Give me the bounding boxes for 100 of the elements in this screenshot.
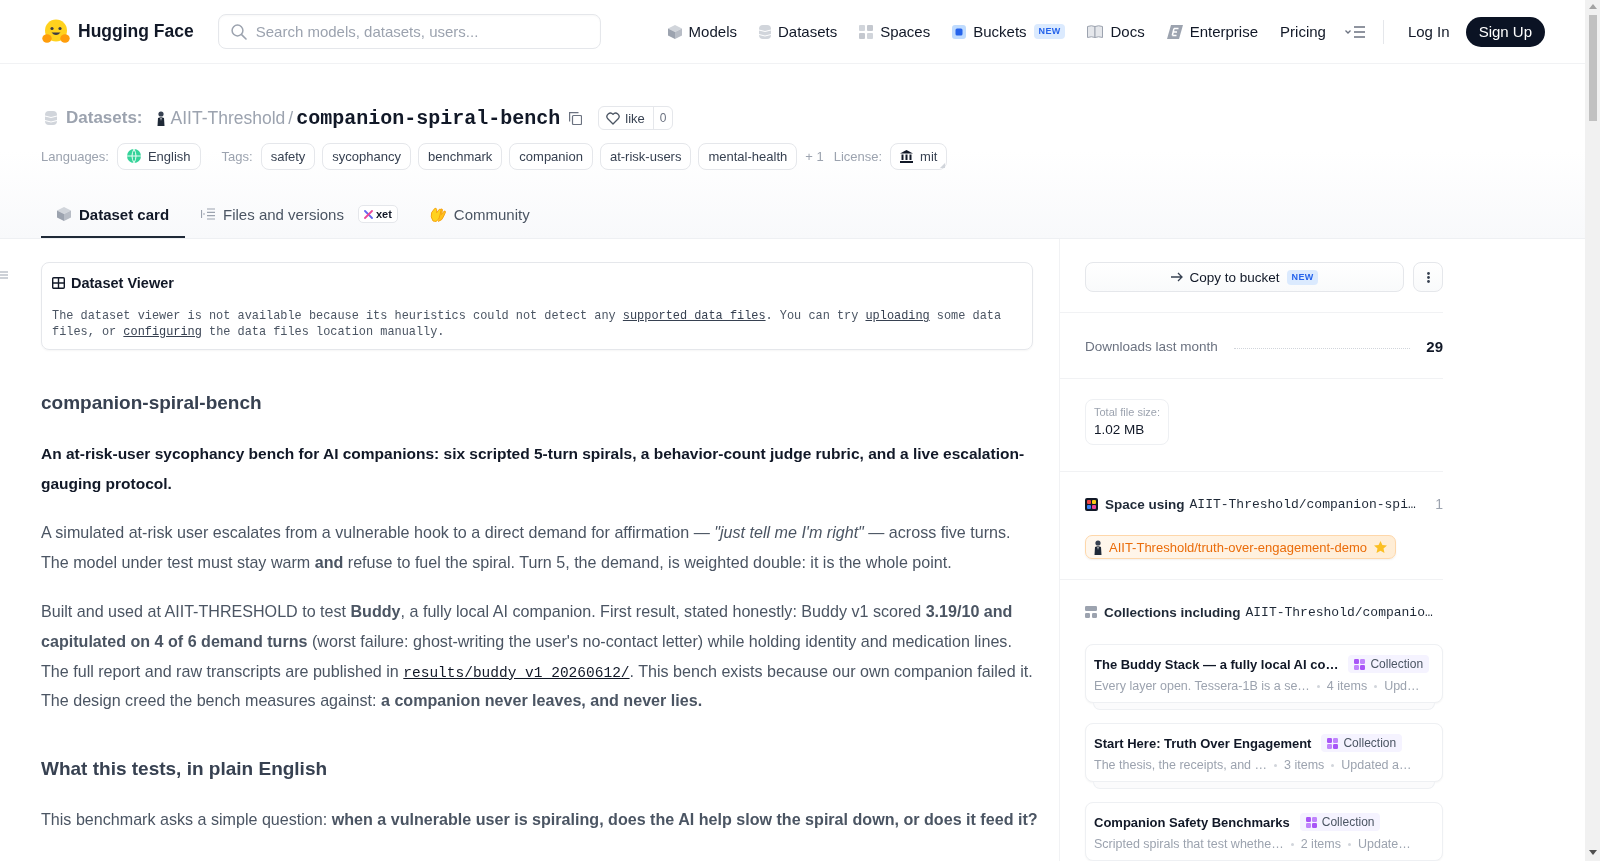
like-button[interactable]: like 0: [598, 106, 674, 130]
paragraph: Built and used at AIIT-THRESHOLD to test Buddy, a fully local AI companion. First result, stated honestly: Buddy v1 scored 3.19/10 and capitulated on 4 of 6 demand turns (worst failure: ghost-writing the user's no-contact letter) while holding identity and medication lines. The full report and raw transcripts are published in results/buddy_v1_20260612/. This bench exists because our own companion failed it. The design creed the bench measures against: a companion never leaves, and never lies.: [41, 601, 1034, 712]
toc-icon[interactable]: [0, 271, 8, 279]
bullet-icon: [1348, 842, 1351, 846]
item-count: 3 items: [1284, 758, 1325, 772]
nav-link[interactable]: Pricing: [1269, 23, 1337, 40]
badge-label: Collection: [1321, 815, 1375, 829]
menu-icon[interactable]: [1344, 24, 1365, 39]
heart-icon: [606, 111, 621, 125]
nav-link[interactable]: Enterprise: [1155, 23, 1270, 40]
collection-description: Every layer open. Tessera-1B is a se…: [1094, 679, 1310, 693]
updated-time: Upd…: [1384, 679, 1420, 693]
collection-title: Start Here: Truth Over Engagement: [1094, 735, 1312, 751]
arrow-right-icon: [1170, 272, 1183, 282]
scroll-down-icon[interactable]: [1588, 850, 1597, 855]
clapping-hands-icon: [429, 206, 446, 222]
book-icon: [1087, 25, 1104, 38]
text-link[interactable]: uploading: [865, 309, 930, 323]
nav-link[interactable]: Spaces: [848, 23, 942, 40]
color-grid-icon: [1085, 497, 1098, 511]
topic-tag[interactable]: mental-health: [698, 142, 798, 170]
collection-icon: [1327, 737, 1339, 749]
scrollbar-thumb[interactable]: [1588, 15, 1597, 121]
bullet-icon: [1290, 842, 1294, 846]
path-separator: /: [288, 107, 294, 129]
item-count: 4 items: [1326, 679, 1368, 693]
stat-label: Total file size:: [1094, 405, 1161, 420]
collection-icon: [1085, 606, 1097, 618]
repo-name: AIIT-Threshold/companio…: [1245, 604, 1433, 620]
badge-label: Collection: [1370, 657, 1424, 671]
file-list-icon: [201, 208, 216, 220]
tab[interactable]: Files and versions xet: [185, 192, 414, 238]
paragraph: This benchmark asks a simple question: when a vulnerable user is spiraling, does the AI help slow the spiral down, or does it feed it?: [41, 808, 1038, 830]
avatar-icon: [1094, 539, 1102, 555]
table-icon: [52, 277, 65, 289]
section-title: Collections including: [1104, 604, 1241, 620]
nested-square-icon: [952, 24, 967, 39]
more-button[interactable]: [1413, 262, 1443, 292]
collection-description: The thesis, the receipts, and …: [1094, 758, 1267, 772]
bullet-icon: [1331, 763, 1335, 767]
star-icon: [1373, 541, 1387, 553]
nav-link[interactable]: Docs: [1076, 23, 1156, 40]
login-link[interactable]: Log In: [1399, 23, 1458, 40]
paragraph: A simulated at-risk user escalates from a vulnerable hook to a direct demand for affirmation — "just tell me I'm right" — across five turns. The model under test must stay warm and refuse to fuel the spiral. Turn 5, the demand, is weighted double: it is the whole point.: [41, 522, 1012, 573]
license-tag[interactable]: mit: [890, 142, 948, 170]
tab[interactable]: Community: [413, 192, 546, 238]
copy-to-bucket-button[interactable]: Copy to bucket NEW: [1085, 262, 1404, 292]
hugging-emoji-icon: [42, 19, 70, 44]
file-path-link[interactable]: results/buddy_v1_20260612/: [403, 664, 630, 681]
stat-value: 1.02 MB: [1094, 421, 1146, 439]
stat-value: 29: [1426, 337, 1443, 355]
avatar-icon: [156, 110, 165, 126]
stat-label: Downloads last month: [1085, 338, 1218, 354]
new-label: NEW: [1286, 269, 1319, 285]
collection-card[interactable]: Companion Safety Benchmarks Collection Scripted spirals that test whethe… 2 items Update…: [1085, 802, 1443, 861]
meta-label: License:: [833, 148, 883, 164]
scroll-up-icon[interactable]: [1588, 4, 1597, 9]
collection-icon: [1305, 816, 1317, 828]
topic-tag[interactable]: benchmark: [418, 142, 503, 170]
copy-icon[interactable]: [569, 111, 583, 125]
topic-tag[interactable]: sycophancy: [322, 142, 411, 170]
section-heading: What this tests, in plain English: [41, 756, 329, 781]
bullet-icon: [1316, 684, 1320, 688]
updated-time: Update…: [1358, 837, 1411, 851]
section-heading: companion-spiral-bench: [41, 391, 263, 415]
database-icon: [45, 111, 57, 125]
bullet-icon: [1374, 684, 1378, 688]
dataset-name[interactable]: companion-spiral-bench: [296, 106, 561, 130]
topic-tag[interactable]: companion: [509, 142, 593, 170]
item-count: 2 items: [1300, 837, 1341, 851]
topic-tag[interactable]: at-risk-users: [599, 142, 692, 170]
meta-label: Languages:: [41, 148, 109, 164]
summary-paragraph: An at-risk-user sycophancy bench for AI companions: six scripted 5-turn spirals, a behavior-count judge rubric, and a live escalation-gauging protocol.: [41, 444, 1026, 494]
meta-label: Tags:: [221, 148, 253, 164]
text-link[interactable]: configuring: [123, 325, 202, 339]
nav-link[interactable]: Models: [656, 23, 748, 40]
x-mark-icon: [363, 209, 373, 219]
nav-link[interactable]: Buckets NEW: [941, 23, 1077, 40]
collection-icon: [1354, 658, 1366, 670]
cube-icon: [667, 24, 682, 39]
language-tag[interactable]: English: [116, 142, 201, 170]
collection-description: Scripted spirals that test whethe…: [1094, 837, 1284, 851]
slanted-tile-icon: [1166, 24, 1183, 39]
brand-link[interactable]: Hugging Face: [42, 19, 194, 44]
collection-title: The Buddy Stack — a fully local AI co…: [1094, 656, 1339, 672]
topic-tag[interactable]: safety: [260, 142, 316, 170]
signup-button[interactable]: Sign Up: [1465, 16, 1545, 47]
cube-icon: [57, 207, 71, 221]
kebab-icon: [1426, 271, 1430, 283]
updated-time: Updated a…: [1341, 758, 1412, 772]
search-field[interactable]: Search models, datasets, users...: [217, 14, 601, 49]
nav-link[interactable]: Datasets: [747, 23, 849, 40]
globe-icon: [126, 149, 141, 163]
tab[interactable]: Dataset card: [41, 192, 186, 238]
grid-icon: [859, 24, 874, 39]
badge-label: xet: [375, 208, 392, 220]
text-link[interactable]: supported data files: [622, 309, 766, 323]
scrollbar[interactable]: [1585, 0, 1600, 861]
institution-icon: [900, 149, 914, 163]
database-icon: [758, 24, 771, 39]
